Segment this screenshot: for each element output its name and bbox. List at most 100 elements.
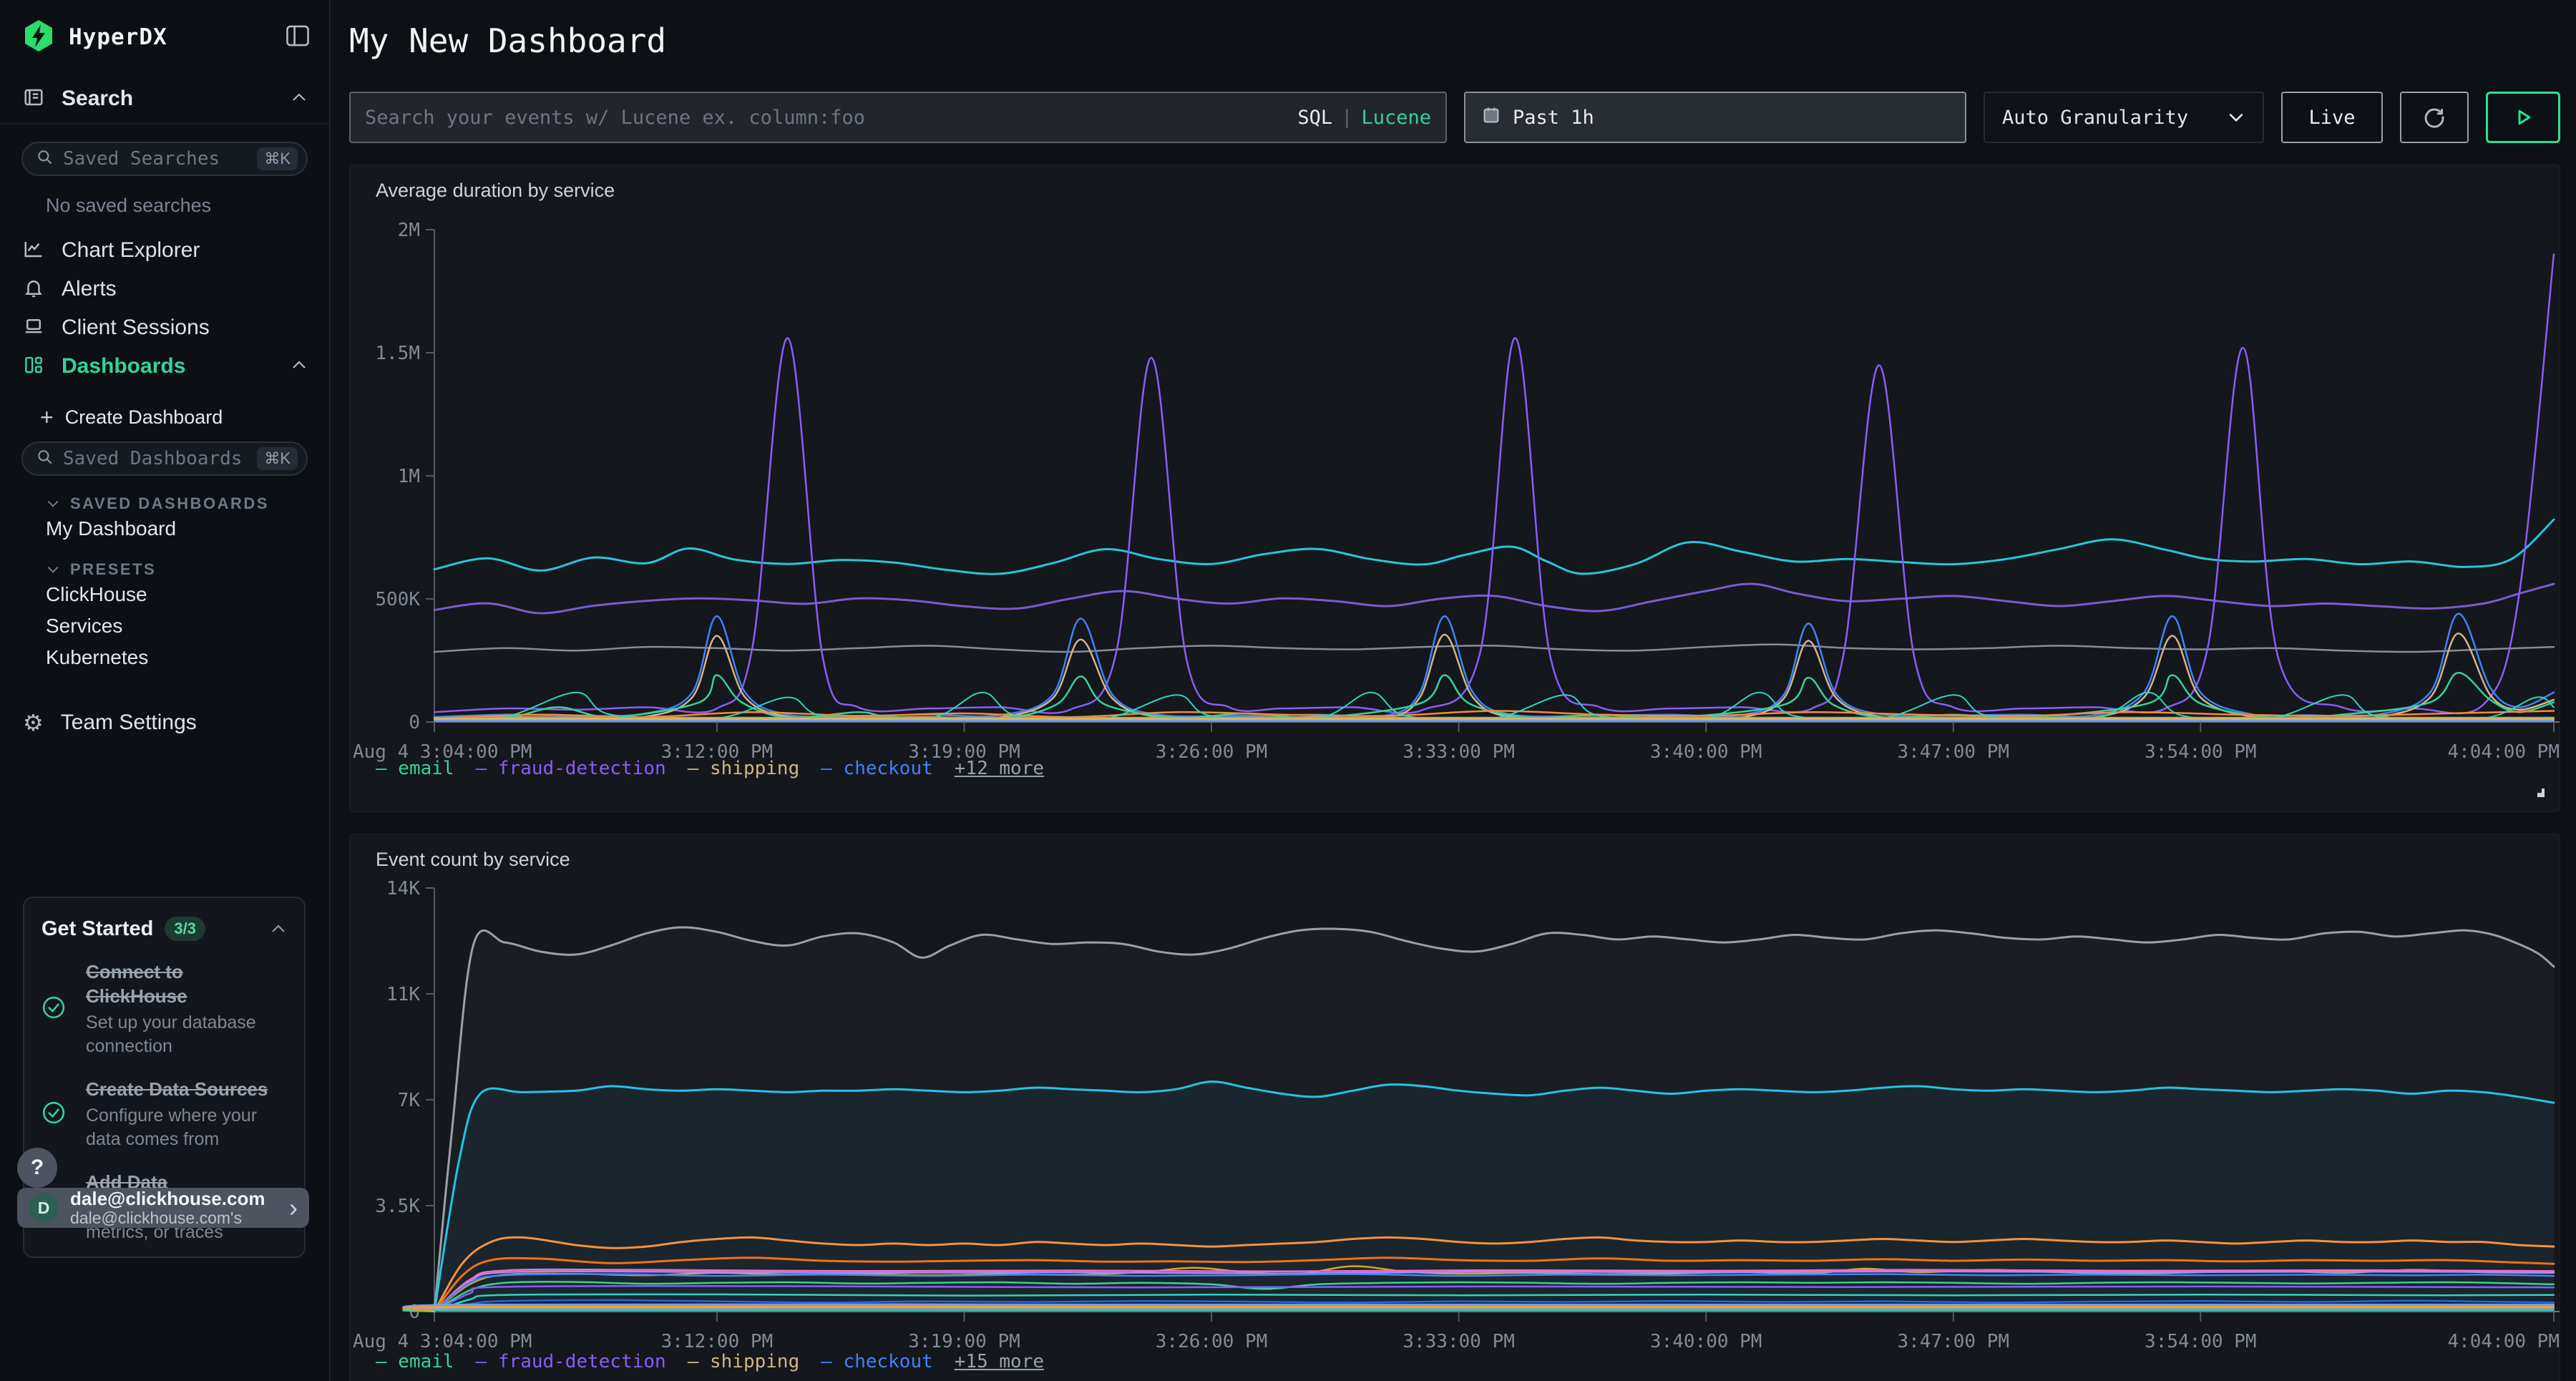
sidebar-item-label: Team Settings <box>61 711 197 735</box>
journal-icon <box>23 87 44 112</box>
sidebar-item-services[interactable]: Services <box>46 610 329 642</box>
saved-searches-search[interactable]: ⌘K <box>21 142 308 176</box>
no-saved-searches-text: No saved searches <box>46 195 329 217</box>
dashboard-grid-icon <box>23 354 44 379</box>
svg-text:7K: 7K <box>398 1090 421 1111</box>
svg-text:500K: 500K <box>375 589 420 610</box>
legend-item[interactable]: — fraud-detection <box>476 1351 666 1372</box>
play-icon <box>2512 107 2534 128</box>
create-dashboard-button[interactable]: + Create Dashboard <box>40 403 329 431</box>
shortcut-badge: ⌘K <box>257 447 298 470</box>
progress-badge: 3/3 <box>165 917 205 941</box>
svg-text:3:12:00 PM: 3:12:00 PM <box>661 1331 774 1352</box>
shortcut-badge: ⌘K <box>257 147 298 170</box>
sidebar-item-my-dashboard[interactable]: My Dashboard <box>46 513 329 545</box>
task-title: Connect to ClickHouse <box>86 960 287 1008</box>
chart-panel-avg-duration: Average duration by service 2M1.5M1M500K… <box>349 165 2560 812</box>
saved-searches-input[interactable] <box>63 148 257 170</box>
svg-text:1.5M: 1.5M <box>375 343 420 364</box>
brand[interactable]: HyperDX <box>0 0 329 74</box>
granularity-value: Auto Granularity <box>2002 107 2188 129</box>
user-menu[interactable]: D dale@clickhouse.com dale@clickhouse.co… <box>17 1188 309 1228</box>
sidebar-toggle-icon[interactable] <box>285 24 311 51</box>
legend-item[interactable]: — checkout <box>821 758 933 779</box>
dashboards-submenu: + Create Dashboard ⌘K SAVED DASHBOARDS M… <box>0 403 329 673</box>
svg-text:3:40:00 PM: 3:40:00 PM <box>1650 1331 1762 1352</box>
sidebar-item-label: Client Sessions <box>62 316 210 340</box>
sidebar-item-alerts[interactable]: Alerts <box>0 270 329 308</box>
get-started-title: Get Started <box>42 917 153 941</box>
task-title: Create Data Sources <box>86 1077 287 1101</box>
sidebar-item-label: Search <box>62 87 133 111</box>
chevron-down-icon <box>46 499 60 509</box>
task-desc: Set up your database connection <box>86 1011 287 1058</box>
svg-text:3:19:00 PM: 3:19:00 PM <box>908 1331 1020 1352</box>
line-chart-icon <box>23 238 44 263</box>
svg-text:3:54:00 PM: 3:54:00 PM <box>2145 741 2257 763</box>
brand-name: HyperDX <box>69 24 167 50</box>
section-presets[interactable]: PRESETS <box>46 560 329 579</box>
granularity-select[interactable]: Auto Granularity <box>1984 92 2264 143</box>
section-saved-dashboards[interactable]: SAVED DASHBOARDS <box>46 494 329 513</box>
search-icon <box>36 448 54 470</box>
legend-item[interactable]: — shipping <box>688 1351 800 1372</box>
search-icon <box>36 148 54 170</box>
sidebar-item-clickhouse[interactable]: ClickHouse <box>46 579 329 610</box>
legend-item[interactable]: — email <box>376 1351 454 1372</box>
task-connect-clickhouse[interactable]: Connect to ClickHouse Set up your databa… <box>42 960 287 1058</box>
time-range-picker[interactable]: Past 1h <box>1464 92 1966 143</box>
refresh-icon <box>2421 104 2447 130</box>
legend-more-link[interactable]: +15 more <box>955 1351 1044 1372</box>
event-search-bar[interactable]: SQL | Lucene <box>349 92 1447 143</box>
sidebar-item-dashboards[interactable]: Dashboards <box>0 347 329 386</box>
hyperdx-logo-icon <box>21 19 56 57</box>
svg-text:4:04:00 PM: 4:04:00 PM <box>2447 1331 2560 1352</box>
run-query-button[interactable] <box>2486 92 2560 143</box>
chevron-down-icon <box>2227 111 2245 124</box>
lucene-mode-toggle[interactable]: Lucene <box>1361 107 1431 129</box>
user-email: dale@clickhouse.com <box>70 1189 265 1209</box>
resize-handle[interactable] <box>2529 782 2547 803</box>
svg-text:3:26:00 PM: 3:26:00 PM <box>1156 1331 1268 1352</box>
sidebar-item-chart-explorer[interactable]: Chart Explorer <box>0 231 329 270</box>
laptop-icon <box>23 316 44 341</box>
help-button[interactable]: ? <box>17 1148 57 1188</box>
chevron-up-icon <box>291 92 308 107</box>
sidebar-item-kubernetes[interactable]: Kubernetes <box>46 642 329 673</box>
sidebar-item-search[interactable]: Search <box>0 74 329 123</box>
chart-canvas: 14K11K7K3.5K0Aug 4 3:04:00 PM3:12:00 PM3… <box>350 834 2560 1381</box>
svg-text:3:26:00 PM: 3:26:00 PM <box>1156 741 1268 763</box>
toolbar: SQL | Lucene Past 1h Auto Granularity <box>349 92 2560 143</box>
legend-item[interactable]: — email <box>376 758 454 779</box>
legend-item[interactable]: — checkout <box>821 1351 933 1372</box>
time-range-value: Past 1h <box>1513 107 1594 129</box>
avatar: D <box>29 1193 59 1223</box>
get-started-header[interactable]: Get Started 3/3 <box>42 917 287 941</box>
sidebar-item-label: Chart Explorer <box>62 238 200 263</box>
refresh-button[interactable] <box>2400 92 2469 143</box>
svg-text:14K: 14K <box>386 878 420 899</box>
sidebar: HyperDX Search <box>0 0 331 1381</box>
plus-icon: + <box>40 404 54 431</box>
live-button[interactable]: Live <box>2281 92 2383 143</box>
legend-item[interactable]: — fraud-detection <box>476 758 666 779</box>
svg-text:3:47:00 PM: 3:47:00 PM <box>1897 1331 2009 1352</box>
gear-icon: ⚙ <box>23 709 44 736</box>
check-circle-icon <box>42 995 86 1023</box>
sidebar-item-client-sessions[interactable]: Client Sessions <box>0 308 329 347</box>
user-sub: dale@clickhouse.com's <box>70 1209 265 1226</box>
sidebar-item-team-settings[interactable]: ⚙ Team Settings <box>0 703 329 742</box>
task-create-data-sources[interactable]: Create Data Sources Configure where your… <box>42 1077 287 1151</box>
legend-item[interactable]: — shipping <box>688 758 800 779</box>
chart-panel-event-count: Event count by service 14K11K7K3.5K0Aug … <box>349 834 2560 1381</box>
saved-dashboards-search[interactable]: ⌘K <box>21 441 308 476</box>
chart-legend: — email — fraud-detection — shipping — chec… <box>376 758 1044 779</box>
svg-text:2M: 2M <box>398 220 420 241</box>
saved-dashboards-input[interactable] <box>63 448 257 469</box>
svg-text:3:47:00 PM: 3:47:00 PM <box>1897 741 2009 763</box>
sql-mode-toggle[interactable]: SQL <box>1297 107 1332 129</box>
legend-more-link[interactable]: +12 more <box>955 758 1044 779</box>
check-circle-icon <box>42 1101 86 1128</box>
event-search-input[interactable] <box>365 107 1297 129</box>
mode-divider: | <box>1341 107 1352 129</box>
